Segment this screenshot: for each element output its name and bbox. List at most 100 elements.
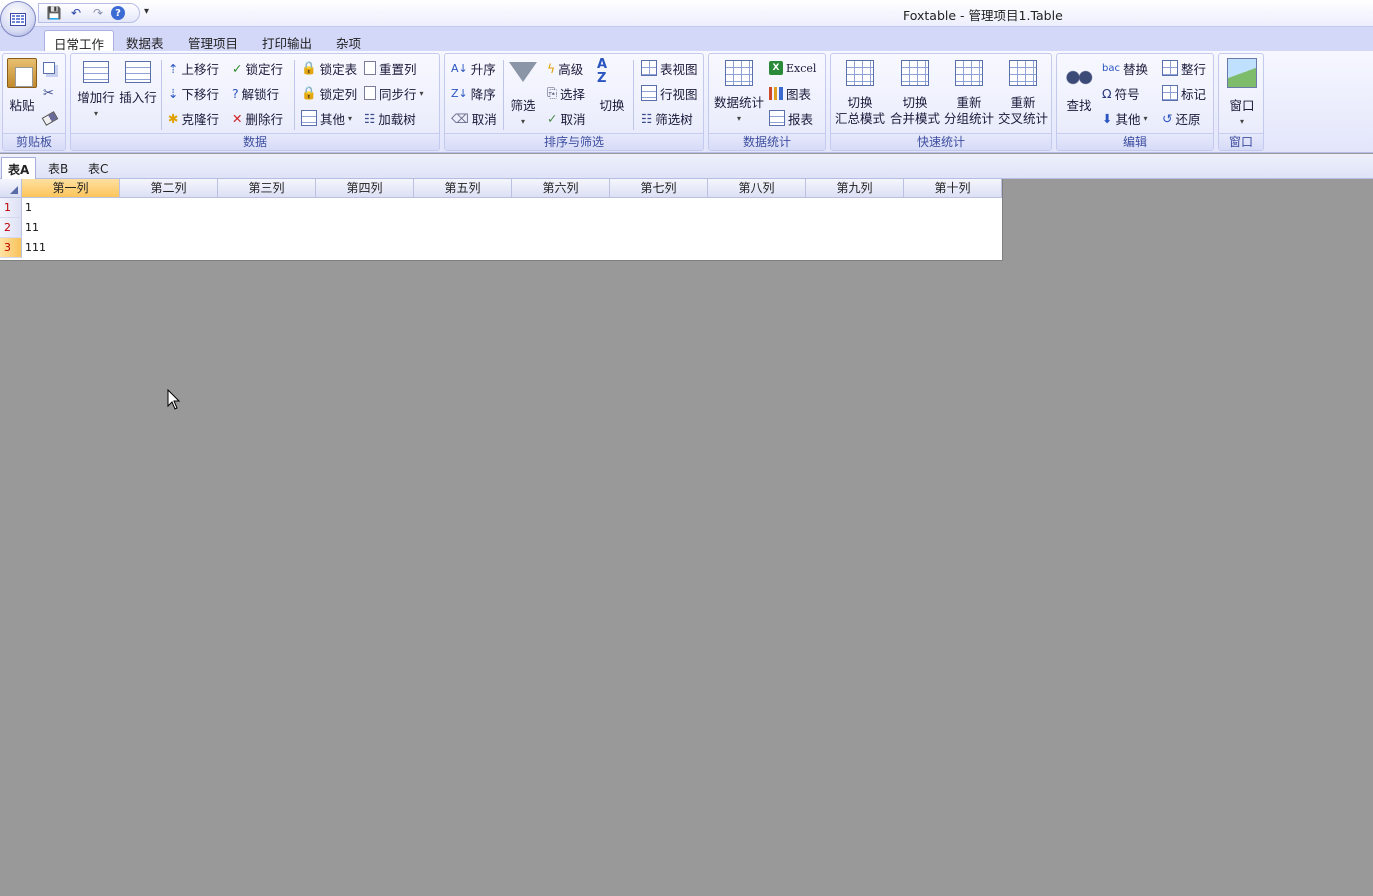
toggle-merge-mode-button[interactable]: 切换 合并模式: [889, 58, 941, 127]
filter-button[interactable]: 筛选 ▾: [507, 58, 539, 130]
find-button[interactable]: 查找: [1061, 58, 1097, 114]
add-row-button[interactable]: 增加行 ▾: [77, 58, 115, 122]
redo-icon[interactable]: ↷: [89, 5, 107, 21]
sheet-tab-b[interactable]: 表B: [42, 157, 74, 179]
whole-row-button[interactable]: 整行: [1162, 58, 1206, 78]
column-header[interactable]: 第一列: [22, 179, 120, 198]
column-header[interactable]: 第五列: [414, 179, 512, 198]
insert-row-button[interactable]: 插入行: [119, 58, 157, 106]
app-menu-button[interactable]: [0, 1, 36, 37]
toggle-sort-button[interactable]: AZ 切换: [595, 58, 629, 114]
sheet-tab-c[interactable]: 表C: [82, 157, 114, 179]
recross-stats-button[interactable]: 重新 交叉统计: [997, 58, 1049, 127]
data-grid: 第一列 第二列 第三列 第四列 第五列 第六列 第七列 第八列 第九列 第十列 …: [0, 179, 1003, 261]
sheet-tab-a[interactable]: 表A: [1, 157, 37, 179]
clear-button[interactable]: [41, 108, 59, 128]
replace-button[interactable]: bac 替换: [1102, 58, 1148, 78]
cancel-sort-button[interactable]: ⌫ 取消: [451, 108, 497, 128]
lock-row-button[interactable]: ✓ 锁定行: [232, 58, 283, 78]
row-header[interactable]: 3: [0, 238, 22, 258]
column-header[interactable]: 第六列: [512, 179, 610, 198]
chart-button[interactable]: 图表: [769, 83, 811, 103]
tree-icon: ☷: [364, 110, 376, 126]
group-label-sort-filter: 排序与筛选: [445, 133, 703, 150]
filter-tree-button[interactable]: ☷ 筛选树: [641, 108, 693, 128]
lock-table-button[interactable]: 🔒 锁定表: [301, 58, 357, 78]
unlock-row-button[interactable]: ? 解锁行: [232, 83, 279, 103]
row-view-button[interactable]: 行视图: [641, 83, 698, 103]
quick-access-customize-button[interactable]: ▾: [144, 6, 149, 17]
column-header[interactable]: 第三列: [218, 179, 316, 198]
row-header[interactable]: 1: [0, 198, 22, 218]
regroup-stats-button[interactable]: 重新 分组统计: [943, 58, 995, 127]
delete-row-button[interactable]: ✕ 删除行: [232, 108, 283, 128]
restore-icon: ↺: [1162, 110, 1173, 126]
report-button[interactable]: 报表: [769, 108, 813, 128]
table-cell[interactable]: 11: [22, 218, 120, 238]
delete-icon: ✕: [232, 110, 243, 126]
select-filter-button[interactable]: ⎘ 选择: [547, 83, 585, 103]
table-cell[interactable]: 111: [22, 238, 120, 258]
other-data-button[interactable]: 其他 ▾: [301, 108, 352, 128]
omega-icon: Ω: [1102, 85, 1112, 101]
column-header[interactable]: 第二列: [120, 179, 218, 198]
mark-button[interactable]: 标记: [1162, 83, 1206, 103]
window-button[interactable]: 窗口 ▾: [1223, 58, 1261, 130]
help-icon[interactable]: ?: [111, 6, 125, 20]
group-statistics: 数据统计 ▾ X Excel 图表 报表 数据统计: [708, 53, 826, 151]
funnel-icon: [508, 58, 538, 88]
tab-print-output[interactable]: 打印输出: [253, 30, 321, 51]
chevron-down-icon: ▾: [419, 88, 424, 98]
row-header[interactable]: 2: [0, 218, 22, 238]
undo-icon[interactable]: ↶: [67, 5, 85, 21]
column-header[interactable]: 第九列: [806, 179, 904, 198]
move-row-up-button[interactable]: ⇡ 上移行: [168, 58, 219, 78]
lock-column-button[interactable]: 🔒 锁定列: [301, 83, 357, 103]
column-header[interactable]: 第七列: [610, 179, 708, 198]
cut-button[interactable]: ✂: [43, 83, 54, 103]
sync-icon: [364, 86, 376, 100]
column-header[interactable]: 第四列: [316, 179, 414, 198]
paste-icon: [7, 58, 37, 88]
sort-ascending-button[interactable]: A↓ 升序: [451, 58, 496, 78]
column-header[interactable]: 第十列: [904, 179, 1002, 198]
save-icon[interactable]: 💾: [45, 5, 63, 21]
grid-icon: [301, 110, 317, 126]
cancel-filter-button[interactable]: ✓ 取消: [547, 108, 586, 128]
load-tree-button[interactable]: ☷ 加载树: [364, 108, 416, 128]
group-data: 增加行 ▾ 插入行 ⇡ 上移行 ⇣ 下移行 ✱ 克隆行 ✓ 锁定行 ? 解锁行 ✕ 删除行 …: [70, 53, 440, 151]
chevron-down-icon: ▾: [93, 109, 98, 118]
tab-daily-work[interactable]: 日常工作: [44, 30, 115, 52]
toggle-summary-mode-button[interactable]: 切换 汇总模式: [834, 58, 886, 127]
table-view-button[interactable]: 表视图: [641, 58, 698, 78]
sort-descending-button[interactable]: Z↓ 降序: [451, 83, 496, 103]
advanced-filter-button[interactable]: ϟ 高级: [547, 58, 583, 78]
symbol-button[interactable]: Ω 符号: [1102, 83, 1140, 103]
clone-icon: ✱: [168, 110, 179, 126]
sync-row-button[interactable]: 同步行 ▾: [364, 83, 424, 103]
sort-descending-icon: Z↓: [451, 86, 468, 100]
restore-button[interactable]: ↺ 还原: [1162, 108, 1201, 128]
group-label-quick-stats: 快速统计: [831, 133, 1051, 150]
other-icon: ⬇: [1102, 110, 1113, 126]
tab-manage-project[interactable]: 管理项目: [179, 30, 247, 51]
tab-misc[interactable]: 杂项: [327, 30, 370, 51]
clone-row-button[interactable]: ✱ 克隆行: [168, 108, 219, 128]
other-edit-button[interactable]: ⬇ 其他 ▾: [1102, 108, 1148, 128]
copy-button[interactable]: [43, 58, 55, 78]
move-row-down-button[interactable]: ⇣ 下移行: [168, 83, 219, 103]
insert-row-icon: [125, 61, 151, 83]
table-cell[interactable]: 1: [22, 198, 120, 218]
select-all-corner[interactable]: [0, 179, 22, 198]
ribbon: 粘贴 ✂ 剪贴板 增加行 ▾ 插入行 ⇡ 上移行 ⇣ 下移行 ✱ 克隆行 ✓ 锁定行 ?…: [0, 51, 1373, 153]
paste-button[interactable]: 粘贴: [6, 58, 38, 114]
column-header[interactable]: 第八列: [708, 179, 806, 198]
data-statistics-button[interactable]: 数据统计 ▾: [712, 58, 766, 127]
excel-button[interactable]: X Excel: [769, 58, 816, 78]
tab-data-table[interactable]: 数据表: [117, 30, 173, 51]
window-title: Foxtable - 管理项目1.Table: [903, 8, 1063, 23]
summary-icon: [846, 60, 874, 86]
lock-row-icon: ✓: [232, 60, 243, 76]
reset-column-button[interactable]: 重置列: [364, 58, 417, 78]
ribbon-tabs: 日常工作 数据表 管理项目 打印输出 杂项: [0, 27, 1373, 52]
